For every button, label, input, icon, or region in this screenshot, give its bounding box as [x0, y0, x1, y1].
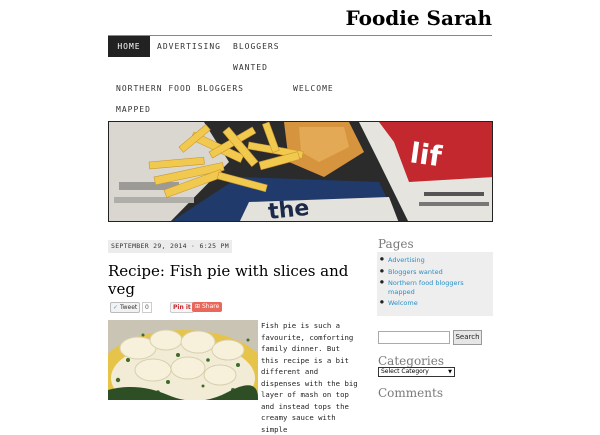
svg-text:the: the	[267, 196, 310, 222]
nav-item-welcome[interactable]: WELCOME	[293, 78, 334, 99]
nav-item-home[interactable]: HOME	[108, 36, 150, 57]
search-input[interactable]	[378, 331, 450, 344]
share-button[interactable]: ⊞ Share	[192, 302, 223, 312]
share-buttons: ✓ Tweet 0 Pin it ⊞ Share	[110, 302, 350, 313]
share-icon: ⊞	[195, 303, 201, 310]
page-link-bloggers-wanted[interactable]: Bloggers wanted	[380, 268, 490, 277]
page-link-northern-food-bloggers-mapped[interactable]: Northern food bloggers mapped	[380, 279, 490, 296]
nav-item-northern-food-bloggers[interactable]: NORTHERN FOOD BLOGGERS	[116, 78, 244, 99]
tweet-count: 0	[142, 302, 152, 313]
search-button[interactable]: Search	[453, 330, 482, 345]
dropdown-arrow-icon: ▼	[448, 369, 452, 375]
categories-widget-title: Categories	[378, 354, 444, 368]
fish-and-chips-illustration: the lif	[109, 122, 492, 222]
nav-item-bloggers-wanted-cont[interactable]: WANTED	[233, 57, 268, 78]
nav-item-mapped-cont[interactable]: MAPPED	[116, 99, 151, 120]
share-label: Share	[201, 303, 220, 310]
tweet-label: Tweet	[119, 304, 138, 311]
comments-widget-title: Comments	[378, 386, 443, 400]
post-title[interactable]: Recipe: Fish pie with slices and veg	[108, 262, 358, 298]
page-link-advertising[interactable]: Advertising	[380, 256, 490, 265]
category-select[interactable]: Select Category ▼	[378, 367, 455, 377]
main-navigation: HOME ADVERTISING BLOGGERS WANTED NORTHER…	[108, 36, 492, 120]
pages-list: Advertising Bloggers wanted Northern foo…	[380, 256, 490, 311]
tweet-button[interactable]: ✓ Tweet	[110, 302, 141, 313]
nav-item-bloggers[interactable]: BLOGGERS	[233, 36, 280, 57]
site-title[interactable]: Foodie Sarah	[108, 6, 493, 30]
post-featured-image[interactable]	[108, 320, 258, 400]
twitter-bird-icon: ✓	[113, 304, 119, 311]
page-link-welcome[interactable]: Welcome	[380, 299, 490, 308]
post-date[interactable]: SEPTEMBER 29, 2014 · 6:25 PM	[108, 240, 232, 253]
pages-widget-title: Pages	[378, 237, 414, 251]
post-excerpt: Fish pie is such a favourite, comforting…	[261, 321, 358, 434]
nav-item-advertising[interactable]: ADVERTISING	[157, 36, 221, 57]
fish-pie-photo	[108, 320, 258, 400]
pin-it-button[interactable]: Pin it	[170, 302, 194, 313]
svg-text:lif: lif	[408, 136, 444, 173]
header-banner-image: the lif	[108, 121, 493, 222]
category-select-value: Select Category	[381, 368, 429, 375]
